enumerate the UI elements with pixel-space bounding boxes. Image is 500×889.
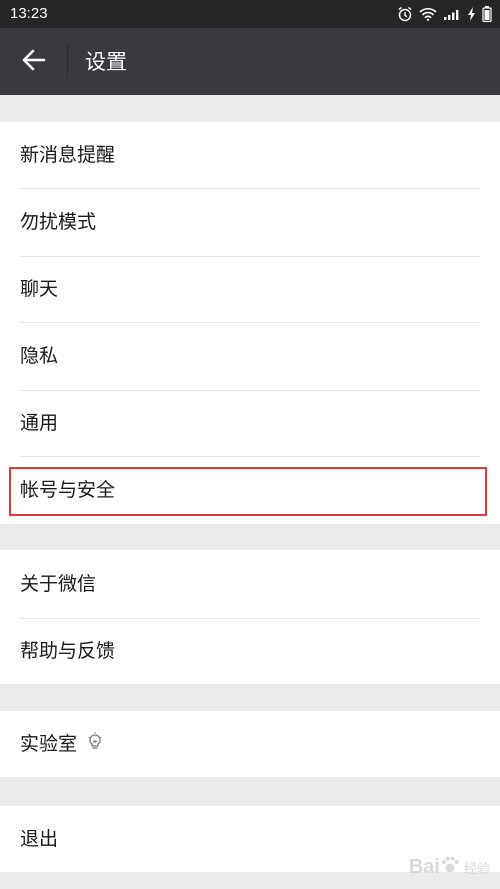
lab-label: 实验室 <box>20 733 78 755</box>
charging-icon <box>467 7 476 21</box>
baidu-watermark: Bai 经验 <box>409 849 490 885</box>
settings-item-about-wechat[interactable]: 关于微信 <box>0 550 500 618</box>
watermark-sub: 经验 <box>463 861 490 877</box>
item-label: 帐号与安全 <box>20 479 116 501</box>
settings-group-main: 新消息提醒 勿扰模式 聊天 隐私 通用 帐号与安全 <box>0 122 500 524</box>
item-label: 勿扰模式 <box>20 211 97 233</box>
settings-group-about: 关于微信 帮助与反馈 <box>0 550 500 684</box>
settings-item-lab[interactable]: 实验室 <box>0 711 500 777</box>
settings-item-help-feedback[interactable]: 帮助与反馈 <box>0 618 500 684</box>
page-title: 设置 <box>85 50 127 74</box>
item-label: 实验室 <box>20 711 103 777</box>
status-icons <box>397 4 492 24</box>
settings-group-lab: 实验室 <box>0 711 500 777</box>
arrow-left-icon <box>22 49 46 75</box>
wifi-icon <box>419 7 437 21</box>
app-bar: 设置 <box>0 28 500 95</box>
status-bar: 13:23 <box>0 0 500 28</box>
item-label: 退出 <box>20 828 59 850</box>
alarm-icon <box>397 6 413 22</box>
settings-item-privacy[interactable]: 隐私 <box>0 322 500 390</box>
item-label: 通用 <box>20 412 59 434</box>
item-label: 新消息提醒 <box>20 144 116 166</box>
app-bar-divider <box>67 45 68 78</box>
status-time: 13:23 <box>10 5 48 22</box>
item-label: 聊天 <box>20 278 59 300</box>
settings-item-new-message-alert[interactable]: 新消息提醒 <box>0 122 500 188</box>
settings-item-general[interactable]: 通用 <box>0 390 500 456</box>
settings-item-do-not-disturb[interactable]: 勿扰模式 <box>0 188 500 256</box>
paw-icon <box>440 855 460 879</box>
signal-icon <box>443 8 461 20</box>
back-button[interactable] <box>14 42 54 82</box>
battery-icon <box>482 6 492 22</box>
settings-item-chat[interactable]: 聊天 <box>0 256 500 322</box>
lightbulb-icon <box>87 711 103 777</box>
settings-item-account-security[interactable]: 帐号与安全 <box>0 456 500 524</box>
item-label: 隐私 <box>20 345 59 367</box>
item-label: 帮助与反馈 <box>20 640 116 662</box>
watermark-brand: Bai <box>408 855 440 878</box>
item-label: 关于微信 <box>20 573 97 595</box>
